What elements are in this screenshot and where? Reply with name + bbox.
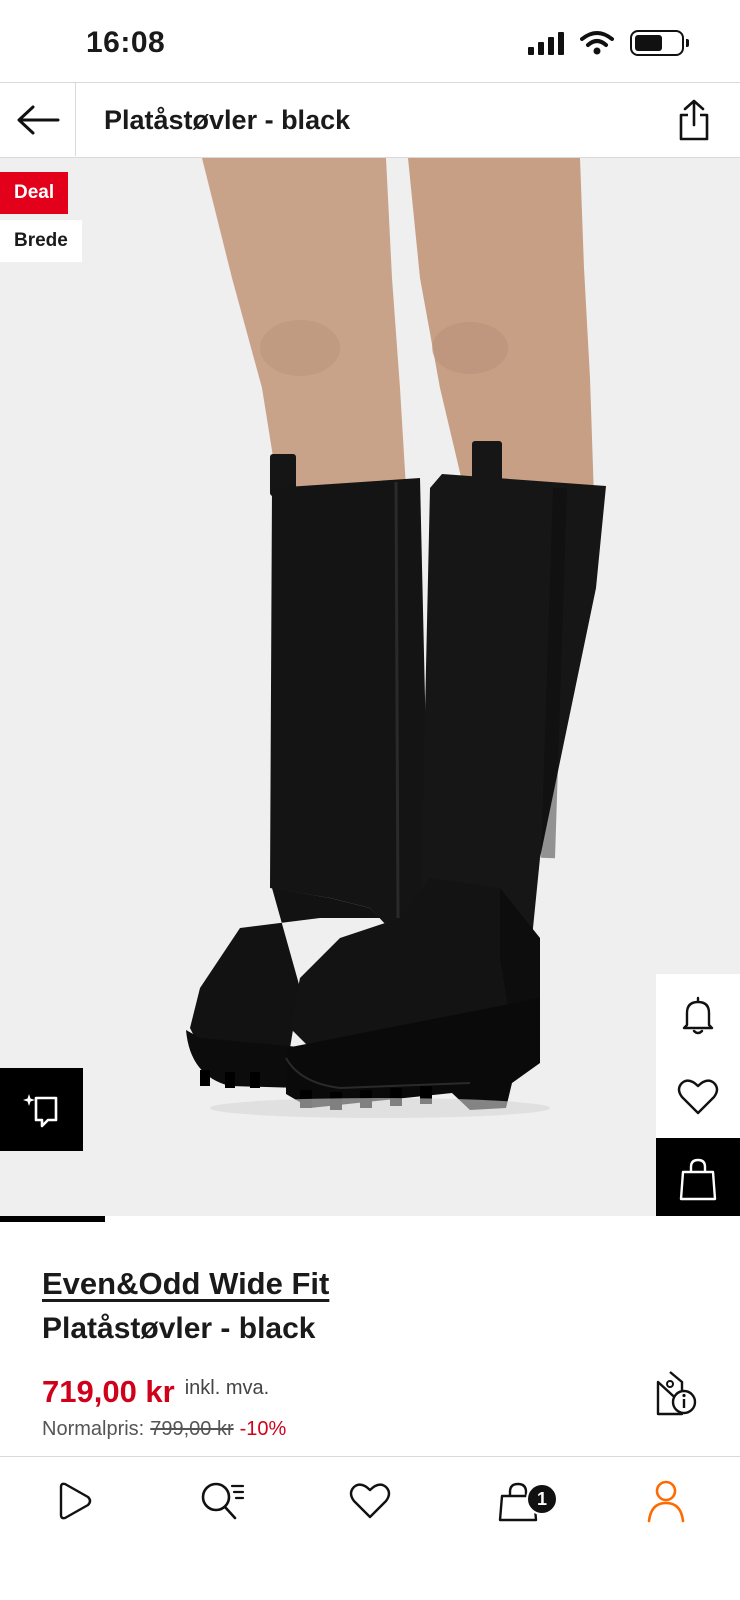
normal-price-row: Normalpris: 799,00 kr -10% <box>42 1418 286 1441</box>
price-info-button[interactable] <box>654 1370 698 1418</box>
shopping-bag-icon <box>679 1158 717 1201</box>
arrow-left-icon <box>17 105 59 134</box>
bell-icon <box>682 996 714 1035</box>
top-header: Platåstøvler - black <box>0 82 740 158</box>
signal-icon <box>528 31 564 55</box>
add-to-bag-button[interactable] <box>656 1138 740 1216</box>
status-time: 16:08 <box>86 26 166 59</box>
product-image-gallery[interactable]: Deal Brede <box>0 158 740 1216</box>
heart-icon <box>677 1079 719 1115</box>
nav-wishlist[interactable] <box>296 1457 444 1545</box>
gallery-progress-bar <box>0 1216 616 1222</box>
nav-search[interactable] <box>148 1457 296 1545</box>
share-icon <box>679 99 709 141</box>
wishlist-button[interactable] <box>656 1056 740 1138</box>
play-icon <box>59 1482 92 1520</box>
bottom-navigation: 1 <box>0 1456 740 1600</box>
normal-price-label: Normalpris: <box>42 1418 145 1440</box>
find-similar-icon <box>22 1093 57 1127</box>
battery-icon <box>630 30 689 56</box>
current-price: 719,00 kr <box>42 1374 175 1409</box>
status-bar: 16:08 <box>0 0 740 82</box>
discount-percent: -10% <box>239 1418 287 1440</box>
back-button[interactable] <box>0 83 76 156</box>
status-icons <box>528 30 689 56</box>
notify-button[interactable] <box>656 974 740 1056</box>
heart-icon <box>349 1483 391 1519</box>
search-list-icon <box>201 1482 245 1520</box>
price-tag-info-icon <box>656 1371 697 1416</box>
product-info: Even&Odd Wide Fit Platåstøvler - black 7… <box>0 1216 740 1458</box>
wide-fit-badge: Brede <box>0 220 82 262</box>
find-similar-button[interactable] <box>0 1068 83 1151</box>
nav-inspiration[interactable] <box>0 1457 148 1545</box>
product-image <box>0 158 740 1216</box>
nav-profile[interactable] <box>592 1457 740 1545</box>
profile-icon <box>647 1480 685 1523</box>
old-price: 799,00 kr <box>150 1418 234 1440</box>
bag-count-badge: 1 <box>526 1483 558 1515</box>
vat-label: inkl. mva. <box>184 1377 270 1399</box>
nav-bag[interactable]: 1 <box>444 1457 592 1545</box>
wifi-icon <box>580 31 614 55</box>
share-button[interactable] <box>670 95 718 145</box>
deal-badge: Deal <box>0 172 69 214</box>
product-name: Platåstøvler - black <box>42 1312 316 1345</box>
side-actions <box>656 974 740 1216</box>
brand-link[interactable]: Even&Odd Wide Fit <box>42 1266 329 1302</box>
page-title: Platåstøvler - black <box>104 105 351 135</box>
price-row: 719,00 kr inkl. mva. <box>42 1374 269 1410</box>
